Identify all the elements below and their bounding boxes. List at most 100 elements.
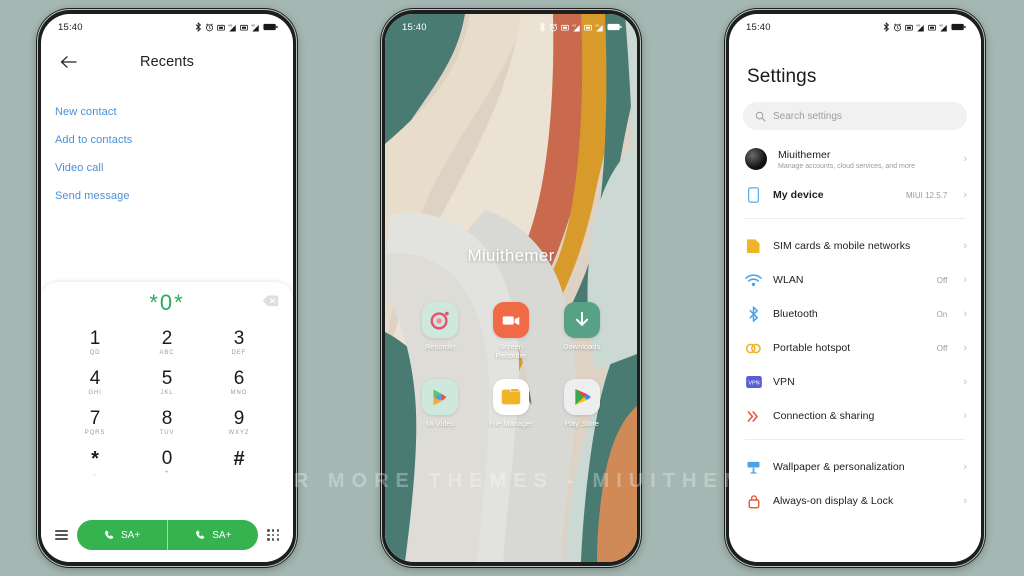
quick-link-new-contact[interactable]: New contact: [41, 98, 293, 126]
settings-row-portable-hotspot[interactable]: Portable hotspot Off ›: [729, 331, 981, 365]
keypad-icon[interactable]: [267, 529, 279, 541]
wallpaper-icon: [745, 459, 762, 476]
settings-row-my-device[interactable]: My device MIUI 12.5.7 ›: [729, 178, 981, 212]
phone-home: 15:40 4G 4G Miuithemer Recorder Screen R…: [380, 8, 642, 568]
key-4-digit: 4: [89, 367, 101, 389]
app-recorder[interactable]: Recorder: [405, 302, 476, 361]
row-text: WLAN: [773, 274, 926, 286]
home-screen-title: Miuithemer: [467, 246, 555, 265]
recents-header: Recents: [41, 40, 293, 84]
key-5-letters: JKL: [160, 389, 174, 396]
page-title: Recents: [140, 54, 194, 70]
settings-row-bluetooth[interactable]: Bluetooth On ›: [729, 297, 981, 331]
svg-text:4G: 4G: [572, 23, 577, 27]
key-hash[interactable]: #: [203, 444, 275, 483]
key-8-letters: TUV: [159, 429, 175, 436]
key-3[interactable]: 3 DEF: [203, 324, 275, 362]
status-bar-icons: 4G 4G: [539, 22, 622, 32]
key-5[interactable]: 5 JKL: [131, 364, 203, 402]
search-settings-field[interactable]: Search settings: [743, 102, 967, 130]
file-manager-icon: [492, 378, 529, 415]
signal1-icon: 4G: [572, 23, 580, 31]
backspace-button[interactable]: [262, 294, 279, 312]
quick-link-add-to-contacts[interactable]: Add to contacts: [41, 126, 293, 154]
key-6[interactable]: 6 MNO: [203, 364, 275, 402]
app-screen-recorder[interactable]: Screen Recorder: [476, 302, 547, 361]
svg-text:4G: 4G: [595, 23, 600, 27]
row-value: On: [936, 309, 948, 319]
key-2[interactable]: 2 ABC: [131, 324, 203, 362]
key-2-digit: 2: [161, 328, 173, 349]
phone-icon: [196, 530, 205, 539]
settings-row-connection-sharing[interactable]: Connection & sharing ›: [729, 399, 981, 433]
settings-screen: 15:40 4G 4G Settings Search settings Miu…: [729, 14, 981, 562]
app-mi-video[interactable]: Mi Video: [405, 378, 476, 428]
key-0[interactable]: 0 +: [131, 444, 203, 483]
sim1-icon: [905, 24, 913, 31]
row-text: VPN: [773, 376, 936, 388]
wallpaper-art: [385, 14, 637, 562]
play-store-icon: [563, 378, 600, 415]
key-7-digit: 7: [89, 407, 101, 429]
key-star-digit: *: [91, 447, 99, 470]
row-label: Always-on display & Lock: [773, 495, 894, 507]
status-bar: 15:40 4G 4G: [41, 14, 293, 40]
key-2-letters: ABC: [159, 349, 175, 356]
key-8[interactable]: 8 TUV: [131, 404, 203, 442]
chevron-right-icon: ›: [963, 409, 967, 422]
call-button-sim2-label: SA+: [212, 529, 232, 541]
bluetooth-icon: [195, 22, 202, 32]
device-value: MIUI 12.5.7: [905, 190, 948, 200]
quick-link-send-message[interactable]: Send message: [41, 182, 293, 210]
status-bar-clock: 15:40: [746, 21, 771, 33]
quick-link-video-call[interactable]: Video call: [41, 154, 293, 182]
key-7[interactable]: 7 PQRS: [59, 404, 131, 442]
back-button[interactable]: [49, 55, 87, 69]
settings-content: Settings Search settings Miuithemer Mana…: [729, 14, 981, 562]
settings-row-wlan[interactable]: WLAN Off ›: [729, 263, 981, 297]
key-1[interactable]: 1 QD: [59, 324, 131, 362]
settings-row-wallpaper[interactable]: Wallpaper & personalization ›: [729, 450, 981, 484]
key-star-letters: ,: [93, 470, 97, 477]
dialer-bottom-bar: SA+ SA+: [41, 520, 293, 550]
app-file-manager[interactable]: File Manager: [476, 378, 547, 428]
key-star[interactable]: *,: [59, 444, 131, 483]
signal2-icon: 4G: [939, 23, 947, 31]
device-label: My device: [773, 189, 824, 201]
key-hash-letters: [203, 471, 275, 479]
sim2-icon: [928, 24, 936, 31]
dialpad-keys: 1 QD 2 ABC 3 DEF 4 GHI 5 JKL 6 MNO 7 PQRS 8 TUV …: [41, 324, 293, 483]
settings-row-always-on-display[interactable]: Always-on display & Lock ›: [729, 484, 981, 518]
dialed-number: *0*: [149, 290, 185, 315]
key-9[interactable]: 9 WXYZ: [203, 404, 275, 442]
key-4[interactable]: 4 GHI: [59, 364, 131, 402]
chevron-right-icon: ›: [963, 494, 967, 507]
status-bar-clock: 15:40: [402, 21, 427, 33]
menu-icon[interactable]: [55, 527, 68, 542]
app-label: File Manager: [489, 418, 533, 428]
row-label: Connection & sharing: [773, 410, 875, 422]
settings-group-account: Miuithemer Manage accounts, cloud servic…: [729, 140, 981, 212]
home-screen: 15:40 4G 4G Miuithemer Recorder Screen R…: [385, 14, 637, 562]
call-button-sim1[interactable]: SA+: [77, 520, 167, 550]
account-avatar: [745, 148, 767, 170]
app-grid: Recorder Screen Recorder Downloads Mi Vi…: [385, 302, 637, 428]
row-text: Wallpaper & personalization: [773, 461, 936, 473]
signal2-icon: 4G: [595, 23, 603, 31]
alarm-icon: [550, 23, 557, 31]
search-placeholder: Search settings: [773, 110, 842, 122]
page-title: Settings: [747, 66, 817, 87]
row-text: SIM cards & mobile networks: [773, 240, 936, 252]
back-arrow-icon: [60, 56, 77, 68]
app-play-store[interactable]: Play Store: [546, 378, 617, 428]
svg-text:4G: 4G: [251, 23, 256, 27]
sim2-icon: [584, 24, 592, 31]
settings-row-vpn[interactable]: VPN VPN ›: [729, 365, 981, 399]
row-label: SIM cards & mobile networks: [773, 240, 911, 252]
account-name: Miuithemer: [778, 148, 831, 161]
app-downloads[interactable]: Downloads: [546, 302, 617, 361]
settings-row-account[interactable]: Miuithemer Manage accounts, cloud servic…: [729, 140, 981, 178]
key-7-letters: PQRS: [84, 429, 106, 436]
call-button-sim2[interactable]: SA+: [167, 520, 258, 550]
settings-row-sim-cards[interactable]: SIM cards & mobile networks ›: [729, 229, 981, 263]
